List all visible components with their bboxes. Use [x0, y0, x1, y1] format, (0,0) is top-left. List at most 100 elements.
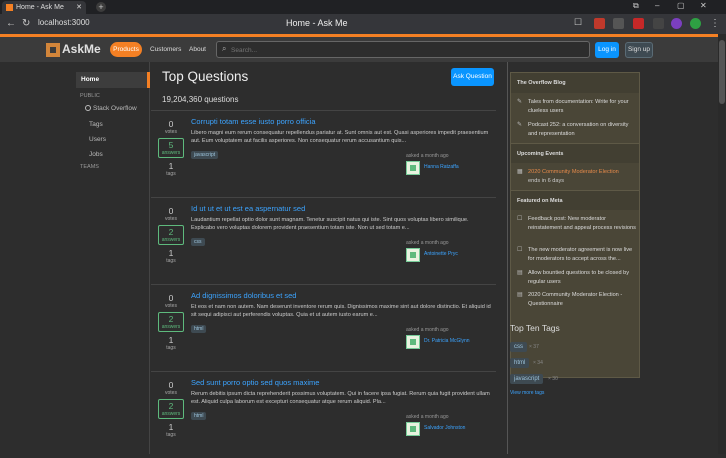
event-item[interactable]: ▦ 2020 Community Moderator Election ends i…: [517, 168, 637, 185]
extension-icon[interactable]: [671, 18, 682, 29]
close-tab-icon[interactable]: ✕: [76, 1, 82, 14]
meta-item[interactable]: ▤ Allow bountied questions to be closed b…: [517, 269, 637, 286]
user-name[interactable]: Hanna Ratzaffa: [424, 164, 459, 170]
question-stats: 0 votes 2 answers 1 tags: [158, 206, 184, 264]
window-title: Home - Ask Me: [286, 18, 348, 28]
sidebar-public-heading: PUBLIC: [80, 93, 100, 99]
minimize-icon[interactable]: –: [655, 1, 659, 10]
sidebar-item-tags[interactable]: Tags: [89, 121, 103, 128]
votes-label: votes: [165, 303, 177, 309]
url-field[interactable]: localhost:3000: [38, 18, 90, 27]
question-item: 0 votes 5 answers 1 tags Corrupti totam e…: [151, 110, 496, 197]
scrollbar-thumb[interactable]: [719, 40, 725, 104]
user-name[interactable]: Dr. Patricia McGlynn: [424, 338, 470, 344]
ask-question-button[interactable]: Ask Question: [451, 68, 494, 86]
meta-item-label: 2020 Community Moderator Election - Ques…: [528, 292, 623, 307]
avatar[interactable]: [406, 161, 420, 175]
logo-icon: [46, 42, 60, 57]
sidebar-item-stack-overflow[interactable]: Stack Overflow: [85, 105, 137, 112]
question-tag[interactable]: javascript: [191, 151, 219, 159]
question-user-card: asked a month ago Hanna Ratzaffa: [406, 153, 459, 175]
question-item: 0 votes 2 answers 1 tags Id ut ut et ut e…: [151, 197, 496, 284]
sidebar-item-label: Stack Overflow: [93, 105, 137, 112]
meta-item[interactable]: ☐ Feedback post: New moderator reinstatem…: [517, 215, 637, 232]
menu-icon[interactable]: ⋮: [710, 18, 720, 29]
avatar[interactable]: [406, 335, 420, 349]
blog-item-label: Tales from documentation: Write for your…: [528, 99, 629, 114]
top-tags-heading: Top Ten Tags: [510, 323, 560, 333]
question-user-card: asked a month ago Salvador Johnston: [406, 414, 465, 436]
question-tag[interactable]: html: [191, 412, 207, 420]
nav-customers[interactable]: Customers: [150, 46, 181, 53]
question-stats: 0 votes 2 answers 1 tags: [158, 380, 184, 438]
question-item: 0 votes 2 answers 1 tags Ad dignissimos d…: [151, 284, 496, 371]
browser-tab-bar: Home - Ask Me ✕ + ⧉ – ▢ ✕: [0, 0, 726, 14]
meta-item-label: Feedback post: New moderator reinstateme…: [528, 216, 636, 231]
answers-label: answers: [161, 150, 181, 156]
question-title[interactable]: Ad dignissimos doloribus et sed: [191, 291, 296, 300]
browser-tab[interactable]: Home - Ask Me ✕: [2, 1, 86, 14]
search-icon: ⌕: [222, 44, 227, 53]
top-tag-count: × 30: [548, 376, 558, 382]
site-header: AskMe Products Customers About ⌕ Log in …: [0, 34, 718, 62]
vote-count: 0: [168, 206, 174, 216]
extension-icon[interactable]: [690, 18, 701, 29]
scrollbar[interactable]: [718, 34, 726, 454]
question-title[interactable]: Corrupti totam esse iusto porro officia: [191, 117, 316, 126]
top-tag[interactable]: css: [510, 342, 527, 352]
top-tag[interactable]: html: [510, 358, 530, 368]
meta-item[interactable]: ☐ The new moderator agreement is now live…: [517, 246, 637, 263]
close-window-icon[interactable]: ✕: [700, 1, 707, 10]
answer-count: 2: [168, 314, 174, 324]
meta-item[interactable]: ▤ 2020 Community Moderator Election - Que…: [517, 291, 637, 308]
extension-icon[interactable]: [594, 18, 605, 29]
meta-item-label: Allow bountied questions to be closed by…: [528, 270, 630, 285]
bookmark-icon[interactable]: ☐: [574, 17, 585, 28]
main-content: Top Questions Ask Question 19,204,360 qu…: [151, 62, 505, 454]
user-name[interactable]: Salvador Johnston: [424, 425, 465, 431]
avatar[interactable]: [406, 248, 420, 262]
blog-item[interactable]: ✎ Podcast 252: a conversation on diversit…: [517, 121, 637, 138]
nav-about[interactable]: About: [189, 46, 206, 53]
sidebar-item-jobs[interactable]: Jobs: [89, 151, 103, 158]
signup-button[interactable]: Sign up: [625, 42, 653, 58]
extension-icon[interactable]: [633, 18, 644, 29]
sidebar-teams-heading: TEAMS: [80, 164, 99, 170]
new-tab-button[interactable]: +: [96, 2, 106, 12]
question-title[interactable]: Id ut ut et ut est ea aspernatur sed: [191, 204, 305, 213]
tags-label: tags: [166, 432, 176, 438]
extension-icon[interactable]: [653, 18, 664, 29]
answers-label: answers: [161, 324, 181, 330]
tag-count: 1: [168, 248, 174, 258]
question-excerpt: Rerum debitis ipsum dicta reprehenderit …: [191, 391, 490, 406]
asked-time: asked a month ago: [406, 240, 449, 246]
question-user-card: asked a month ago Dr. Patricia McGlynn: [406, 327, 470, 349]
login-button[interactable]: Log in: [595, 42, 619, 58]
sidebar-item-home[interactable]: Home: [76, 72, 150, 88]
meta-item-label: The new moderator agreement is now live …: [528, 247, 633, 262]
answer-box: 5 answers: [158, 138, 184, 158]
answer-box: 2 answers: [158, 225, 184, 245]
user-name[interactable]: Antoinette Pryc: [424, 251, 458, 257]
top-tag[interactable]: javascript: [510, 374, 544, 384]
search-input[interactable]: [231, 44, 581, 56]
logo[interactable]: AskMe: [46, 42, 101, 58]
question-tag[interactable]: css: [191, 238, 205, 246]
question-title[interactable]: Sed sunt porro optio sed quos maxime: [191, 378, 319, 387]
back-icon[interactable]: ←: [6, 18, 16, 29]
stack-icon: ▤: [517, 292, 523, 298]
right-sidebar: The Overflow Blog ✎ Tales from documentat…: [507, 62, 718, 454]
stack-icon: ▤: [517, 270, 523, 276]
question-count: 19,204,360 questions: [162, 95, 239, 104]
avatar[interactable]: [406, 422, 420, 436]
tab-search-icon[interactable]: ⧉: [633, 1, 639, 11]
blog-item[interactable]: ✎ Tales from documentation: Write for you…: [517, 98, 637, 115]
question-tag[interactable]: html: [191, 325, 207, 333]
view-more-tags-link[interactable]: View more tags: [510, 390, 544, 396]
sidebar-item-users[interactable]: Users: [89, 136, 106, 143]
nav-products[interactable]: Products: [110, 42, 142, 57]
reload-icon[interactable]: ↻: [22, 18, 30, 29]
tab-title: Home - Ask Me: [16, 4, 64, 11]
maximize-icon[interactable]: ▢: [677, 1, 685, 10]
extension-icon[interactable]: [613, 18, 624, 29]
